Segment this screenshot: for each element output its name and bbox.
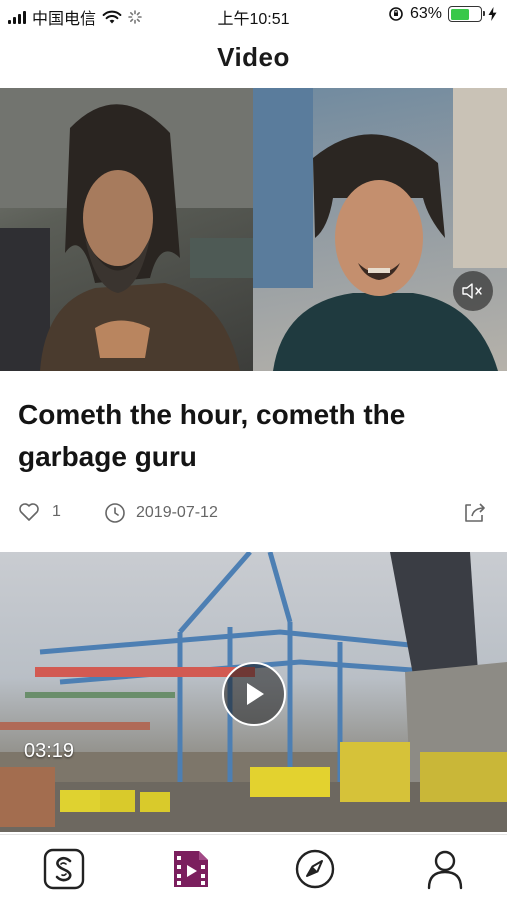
hero-photo-left (0, 88, 253, 371)
profile-icon (427, 850, 463, 890)
portrait-illustration (0, 88, 253, 371)
date-label: 2019-07-12 (136, 504, 218, 521)
battery-percent: 63% (409, 5, 442, 22)
hero-video[interactable] (0, 88, 507, 371)
tab-home[interactable] (42, 847, 86, 891)
play-button[interactable] (222, 662, 286, 726)
brand-s-icon (43, 848, 85, 890)
like-button[interactable]: 1 (18, 502, 61, 522)
orientation-lock-icon (389, 7, 403, 21)
page-title: Video (217, 42, 290, 72)
heart-icon (19, 503, 39, 521)
tab-bar (0, 834, 507, 900)
status-bar: 中国电信 上午10:51 63% (0, 0, 507, 30)
publish-date: 2019-07-12 (104, 502, 218, 524)
tab-profile[interactable] (423, 847, 467, 891)
clock-icon (105, 503, 125, 523)
status-right: 63% (388, 5, 497, 23)
share-icon (465, 503, 485, 522)
tab-video[interactable] (169, 847, 213, 891)
compass-icon (295, 849, 335, 889)
tab-explore[interactable] (293, 847, 337, 891)
like-count: 1 (52, 503, 61, 520)
speaker-muted-icon (462, 283, 482, 299)
video-duration: 03:19 (24, 740, 75, 762)
mute-button[interactable] (453, 271, 493, 311)
portrait-illustration-right (253, 88, 507, 371)
video-headline[interactable]: Cometh the hour, cometh the garbage guru (18, 394, 488, 478)
charging-bolt-icon (488, 7, 497, 21)
hero-photo-right (253, 88, 507, 371)
video-icon (174, 851, 208, 887)
play-icon (247, 683, 264, 705)
share-button[interactable] (462, 500, 488, 529)
battery-icon (448, 6, 485, 22)
video-card-port[interactable]: 03:19 (0, 552, 507, 832)
video-meta: 1 2019-07-12 (18, 500, 488, 528)
battery-level (450, 8, 469, 20)
